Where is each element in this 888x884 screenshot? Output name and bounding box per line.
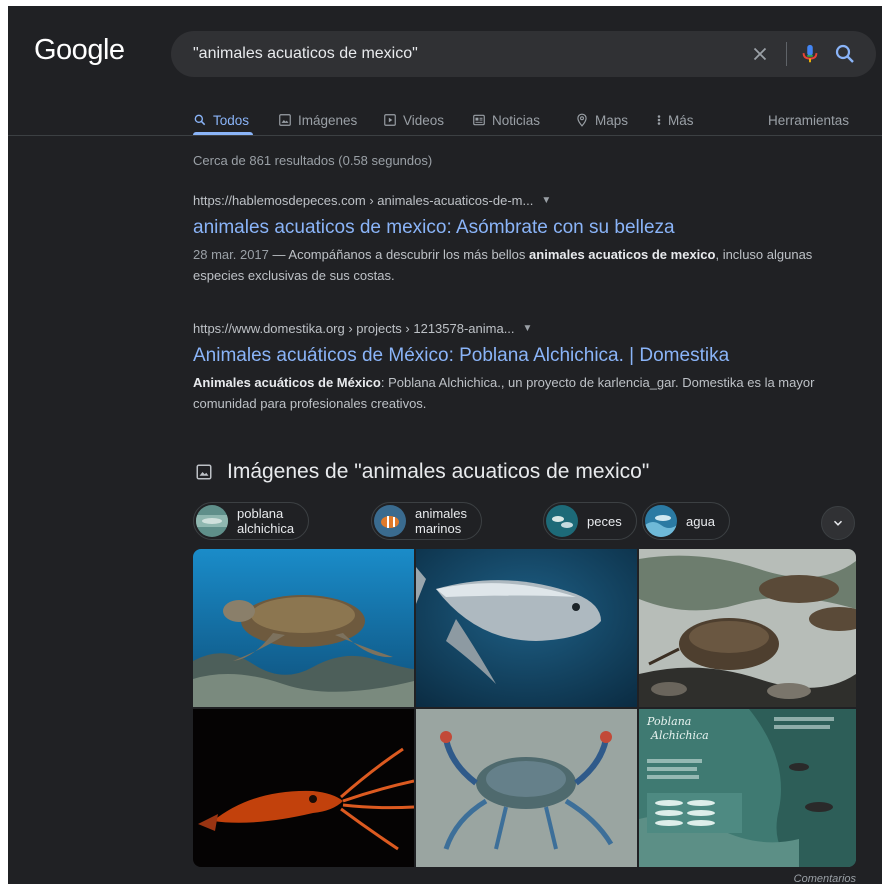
tools-button[interactable]: Herramientas: [768, 108, 849, 132]
snippet-highlight: Animales acuáticos de México: [193, 375, 381, 390]
image-poblana-alchichica-poster[interactable]: Poblana Alchichica: [639, 709, 856, 867]
feedback-link[interactable]: Comentarios: [794, 873, 856, 884]
chip-label: agua: [686, 513, 715, 529]
google-logo[interactable]: Google: [34, 34, 125, 67]
result-title-link[interactable]: animales acuaticos de mexico: Asómbrate …: [193, 216, 833, 240]
tab-videos[interactable]: Videos: [383, 108, 444, 132]
tab-label: Más: [668, 112, 694, 128]
chip-animales-marinos[interactable]: animales marinos: [371, 502, 483, 540]
chip-poblana-alchichica[interactable]: poblana alchichica: [193, 502, 310, 540]
chip-thumbnail: [374, 505, 406, 537]
microphone-icon[interactable]: [799, 43, 821, 65]
tab-mas[interactable]: Más: [656, 108, 694, 132]
play-icon: [384, 114, 396, 126]
chip-peces[interactable]: peces: [543, 502, 637, 540]
chip-label: animales marinos: [415, 506, 468, 536]
image-icon: [196, 464, 212, 480]
result-snippet: 28 mar. 2017 — Acompáñanos a descubrir l…: [193, 244, 833, 286]
tab-label: Imágenes: [298, 112, 358, 128]
tab-label: Videos: [403, 112, 445, 128]
tab-noticias[interactable]: Noticias: [472, 108, 540, 132]
results-page: Google Todos Imágenes Videos: [8, 6, 882, 884]
tab-imagenes[interactable]: Imágenes: [278, 108, 357, 132]
tab-todos[interactable]: Todos: [193, 108, 249, 132]
image-horseshoe-crab[interactable]: [639, 549, 856, 707]
search-box[interactable]: [171, 31, 876, 77]
chip-thumbnail: [546, 505, 578, 537]
clear-icon[interactable]: [749, 43, 771, 65]
image-squid[interactable]: [193, 709, 414, 867]
tabs-divider: [8, 135, 882, 136]
chip-thumbnail: [645, 505, 677, 537]
images-section-title: Imágenes de "animales acuaticos de mexic…: [227, 460, 650, 483]
expand-chips-button[interactable]: [821, 506, 855, 540]
result-url-text: https://hablemosdepeces.com › animales-a…: [193, 192, 534, 208]
search-result: https://hablemosdepeces.com › animales-a…: [193, 191, 833, 286]
result-url[interactable]: https://www.domestika.org › projects › 1…: [193, 319, 833, 337]
result-url-text: https://www.domestika.org › projects › 1…: [193, 320, 515, 336]
chip-label: peces: [587, 513, 622, 529]
result-title-link[interactable]: Animales acuáticos de México: Poblana Al…: [193, 344, 833, 368]
caret-down-icon[interactable]: ▼: [523, 323, 533, 334]
result-snippet: Animales acuáticos de México: Poblana Al…: [193, 372, 833, 414]
result-date: 28 mar. 2017: [193, 247, 269, 262]
chip-label: poblana alchichica: [237, 506, 295, 536]
tab-maps[interactable]: Maps: [575, 108, 628, 132]
poster-title-line: Poblana: [646, 715, 691, 728]
poster-title-line: Alchichica: [650, 729, 709, 742]
search-input[interactable]: [193, 31, 733, 77]
tab-label: Noticias: [492, 112, 541, 128]
search-tabs: Todos Imágenes Videos Noticias Maps Más …: [193, 108, 863, 132]
image-sea-turtle[interactable]: [193, 549, 414, 707]
caret-down-icon[interactable]: ▼: [541, 195, 551, 206]
more-vert-icon: [657, 115, 661, 125]
snippet-text: — Acompáñanos a descubrir los más bellos: [268, 247, 530, 262]
chevron-down-icon: [833, 520, 843, 526]
news-icon: [473, 114, 485, 126]
search-icon: [194, 114, 206, 126]
search-icon[interactable]: [833, 42, 857, 66]
chip-agua[interactable]: agua: [642, 502, 730, 540]
tools-label: Herramientas: [768, 112, 850, 128]
image-icon: [279, 114, 291, 126]
result-stats: Cerca de 861 resultados (0.58 segundos): [193, 153, 433, 168]
images-section-header[interactable]: Imágenes de "animales acuaticos de mexic…: [195, 460, 649, 484]
tab-label: Maps: [595, 112, 629, 128]
image-grid: Poblana Alchichica: [193, 549, 856, 867]
search-divider: [786, 42, 787, 66]
map-pin-icon: [577, 113, 587, 127]
chip-thumbnail: [196, 505, 228, 537]
snippet-highlight: animales acuaticos de mexico: [529, 247, 716, 262]
tab-label: Todos: [213, 112, 250, 128]
result-url[interactable]: https://hablemosdepeces.com › animales-a…: [193, 191, 833, 209]
image-fish[interactable]: [416, 549, 637, 707]
search-result: https://www.domestika.org › projects › 1…: [193, 319, 833, 414]
image-blue-crab[interactable]: [416, 709, 637, 867]
